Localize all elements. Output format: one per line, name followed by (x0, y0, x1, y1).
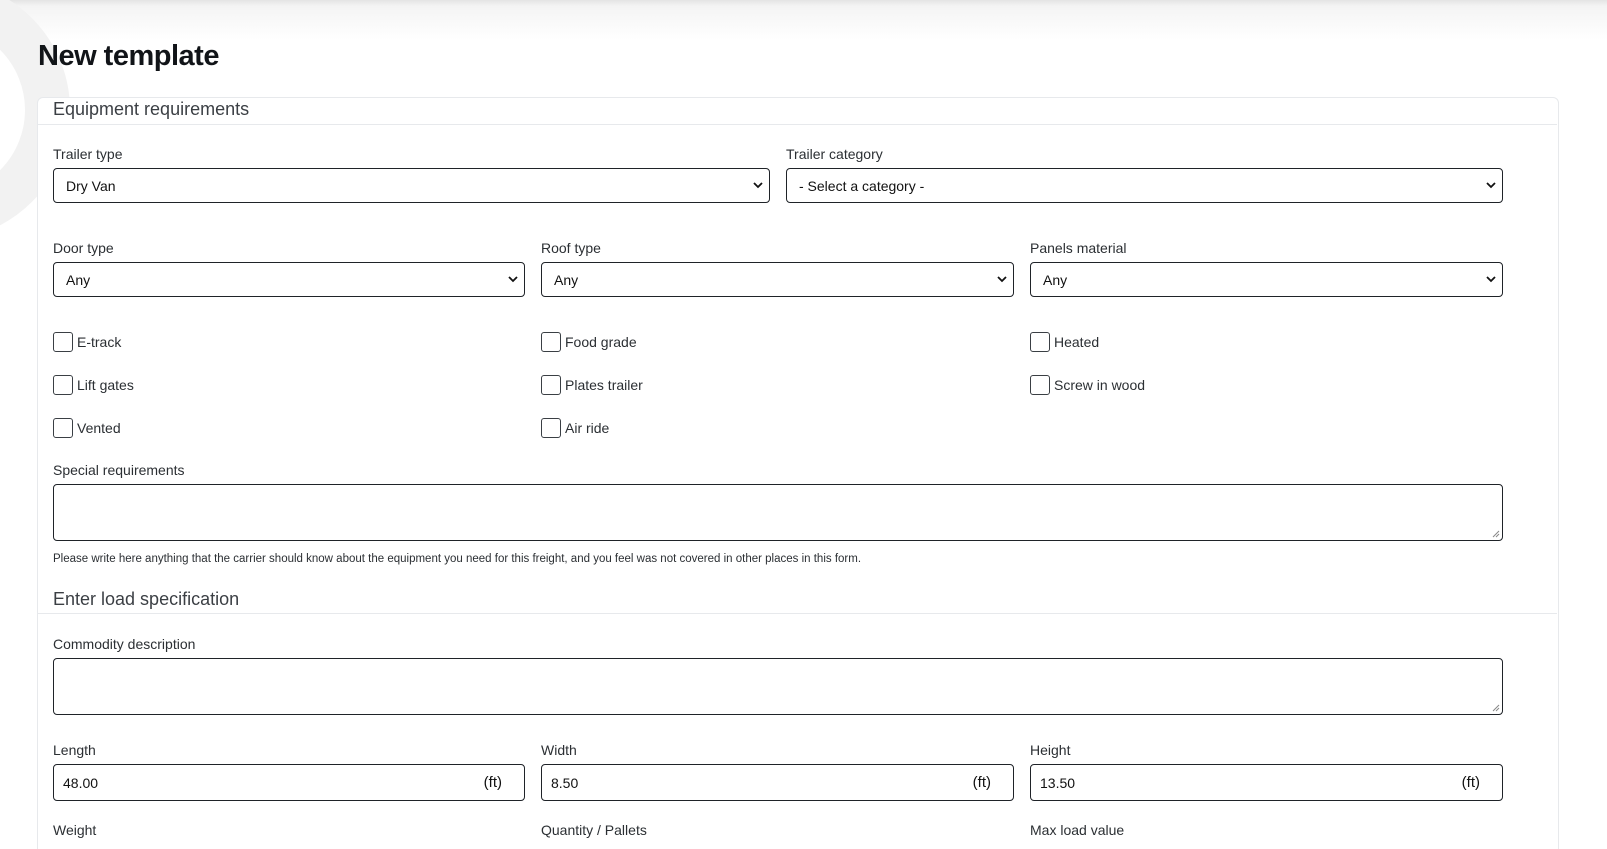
door-type-select[interactable]: Any (53, 262, 525, 297)
trailer-category-label: Trailer category (786, 146, 883, 162)
height-unit: (ft) (1461, 774, 1480, 791)
chevron-down-icon (1480, 263, 1502, 296)
checkbox-label: Food grade (565, 334, 637, 350)
checkbox-icon[interactable] (53, 418, 73, 438)
roof-type-select[interactable]: Any (541, 262, 1014, 297)
checkbox-icon[interactable] (541, 418, 561, 438)
commodity-description-label: Commodity description (53, 636, 196, 652)
special-requirements-textarea[interactable] (53, 484, 1503, 541)
trailer-category-select[interactable]: - Select a category - (786, 168, 1503, 203)
load-section-title: Enter load specification (53, 589, 240, 609)
checkbox-label: E-track (77, 334, 122, 350)
roof-type-value: Any (554, 271, 579, 288)
door-type-value: Any (66, 271, 91, 288)
trailer-category-value: - Select a category - (799, 177, 925, 194)
chevron-down-icon (747, 169, 769, 202)
trailer-type-label: Trailer type (53, 146, 123, 162)
page-title: New template (38, 40, 219, 72)
height-label: Height (1030, 742, 1071, 758)
height-value: 13.50 (1040, 774, 1076, 791)
length-input[interactable]: 48.00 (ft) (53, 764, 525, 801)
max-load-value-label: Max load value (1030, 822, 1125, 838)
width-input[interactable]: 8.50 (ft) (541, 764, 1014, 801)
top-bar (0, 0, 1607, 40)
panels-material-label: Panels material (1030, 240, 1127, 256)
checkbox-label: Air ride (565, 420, 610, 436)
checkbox-e-track[interactable]: E-track (53, 332, 121, 352)
checkbox-icon[interactable] (541, 332, 561, 352)
chevron-down-icon (1480, 169, 1502, 202)
length-value: 48.00 (63, 774, 99, 791)
checkbox-lift-gates[interactable]: Lift gates (53, 375, 134, 395)
width-value: 8.50 (551, 774, 579, 791)
form-card (37, 97, 1559, 849)
equipment-section-title: Equipment requirements (53, 99, 250, 119)
checkbox-screw-in-wood[interactable]: Screw in wood (1030, 375, 1145, 395)
checkbox-plates-trailer[interactable]: Plates trailer (541, 375, 643, 395)
checkbox-icon[interactable] (1030, 375, 1050, 395)
checkbox-icon[interactable] (53, 332, 73, 352)
length-label: Length (53, 742, 96, 758)
trailer-type-select[interactable]: Dry Van (53, 168, 770, 203)
panels-material-value: Any (1043, 271, 1068, 288)
length-unit: (ft) (483, 774, 502, 791)
weight-label: Weight (53, 822, 97, 838)
height-input[interactable]: 13.50 (ft) (1030, 764, 1503, 801)
door-type-label: Door type (53, 240, 114, 256)
resize-grip-icon[interactable] (1492, 530, 1500, 538)
checkbox-icon[interactable] (541, 375, 561, 395)
section-divider (38, 613, 1557, 614)
checkbox-icon[interactable] (53, 375, 73, 395)
checkbox-icon[interactable] (1030, 332, 1050, 352)
quantity-pallets-label: Quantity / Pallets (541, 822, 647, 838)
checkbox-label: Screw in wood (1054, 377, 1146, 393)
chevron-down-icon (991, 263, 1013, 296)
resize-grip-icon[interactable] (1492, 704, 1500, 712)
checkbox-label: Vented (77, 420, 121, 436)
checkbox-air-ride[interactable]: Air ride (541, 418, 609, 438)
checkbox-heated[interactable]: Heated (1030, 332, 1099, 352)
checkbox-vented[interactable]: Vented (53, 418, 121, 438)
width-label: Width (541, 742, 577, 758)
checkbox-label: Plates trailer (565, 377, 643, 393)
special-requirements-label: Special requirements (53, 462, 185, 478)
section-divider (38, 124, 1557, 125)
trailer-type-value: Dry Van (66, 177, 116, 194)
commodity-description-textarea[interactable] (53, 658, 1503, 715)
chevron-down-icon (502, 263, 524, 296)
panels-material-select[interactable]: Any (1030, 262, 1503, 297)
special-requirements-help: Please write here anything that the carr… (53, 553, 862, 565)
width-unit: (ft) (972, 774, 991, 791)
checkbox-food-grade[interactable]: Food grade (541, 332, 637, 352)
page: New template Equipment requirements Trai… (0, 0, 1607, 849)
roof-type-label: Roof type (541, 240, 601, 256)
checkbox-label: Lift gates (77, 377, 134, 393)
checkbox-label: Heated (1054, 334, 1100, 350)
